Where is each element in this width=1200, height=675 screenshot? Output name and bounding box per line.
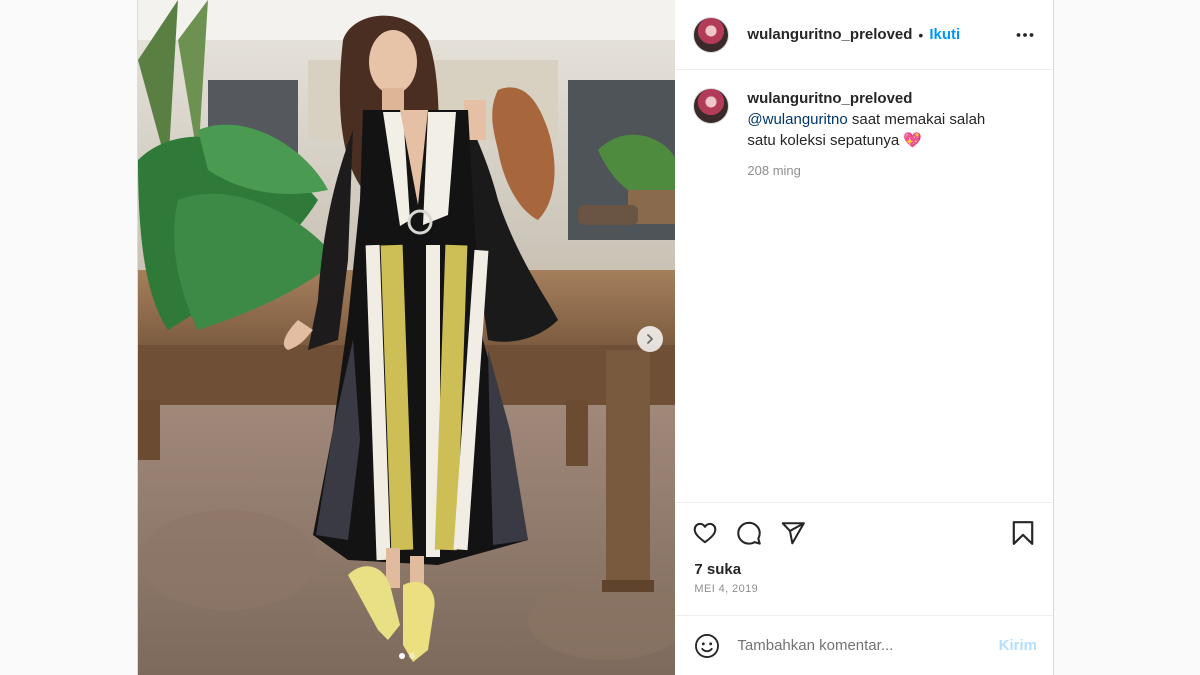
comment-icon — [737, 521, 762, 545]
post-photo — [138, 0, 676, 675]
header-username[interactable]: wulanguritno_preloved — [747, 26, 912, 43]
caption-mention[interactable]: @wulanguritno — [747, 111, 847, 128]
comment-input[interactable] — [737, 637, 999, 654]
carousel-dot-1 — [398, 653, 405, 659]
carousel-indicator — [138, 653, 675, 659]
save-button[interactable] — [1009, 519, 1037, 547]
like-button[interactable] — [691, 519, 719, 547]
add-comment-bar: Kirim — [675, 615, 1053, 675]
more-horizontal-icon — [1016, 32, 1034, 37]
more-options-button[interactable] — [1013, 23, 1037, 47]
post-date: MEI 4, 2019 — [694, 583, 759, 595]
comments-section: wulanguritno_preloved @wulanguritno saat… — [675, 70, 1053, 502]
bookmark-icon — [1012, 521, 1034, 545]
actions-area: 7 suka MEI 4, 2019 — [675, 502, 1053, 615]
like-count[interactable]: 7 suka — [691, 561, 1037, 578]
side-panel: wulanguritno_preloved • Ikuti wulangurit… — [675, 0, 1053, 675]
follow-button[interactable]: Ikuti — [929, 26, 960, 43]
caption-comment: wulanguritno_preloved @wulanguritno saat… — [693, 88, 1037, 181]
header-separator: • — [918, 26, 924, 43]
post-card: wulanguritno_preloved • Ikuti wulangurit… — [137, 0, 1054, 675]
caption-avatar[interactable] — [693, 88, 730, 124]
share-button[interactable] — [779, 519, 807, 547]
avatar[interactable] — [693, 16, 730, 53]
post-media[interactable] — [138, 0, 676, 675]
post-header: wulanguritno_preloved • Ikuti — [675, 0, 1053, 70]
smiley-icon — [695, 633, 720, 658]
caption-body: wulanguritno_preloved @wulanguritno saat… — [747, 88, 1017, 181]
comment-button[interactable] — [735, 519, 763, 547]
caption-username[interactable]: wulanguritno_preloved — [747, 88, 1017, 109]
send-icon — [782, 522, 806, 545]
heart-icon — [694, 522, 717, 544]
carousel-next-button[interactable] — [637, 326, 663, 352]
chevron-right-icon — [647, 334, 653, 344]
heart-emoji-icon: 💖 — [903, 132, 923, 149]
emoji-button[interactable] — [693, 632, 721, 660]
carousel-dot-2 — [408, 653, 415, 659]
action-row — [691, 519, 1037, 547]
post-comment-button[interactable]: Kirim — [999, 637, 1037, 654]
caption-time[interactable]: 208 ming — [747, 160, 1017, 181]
